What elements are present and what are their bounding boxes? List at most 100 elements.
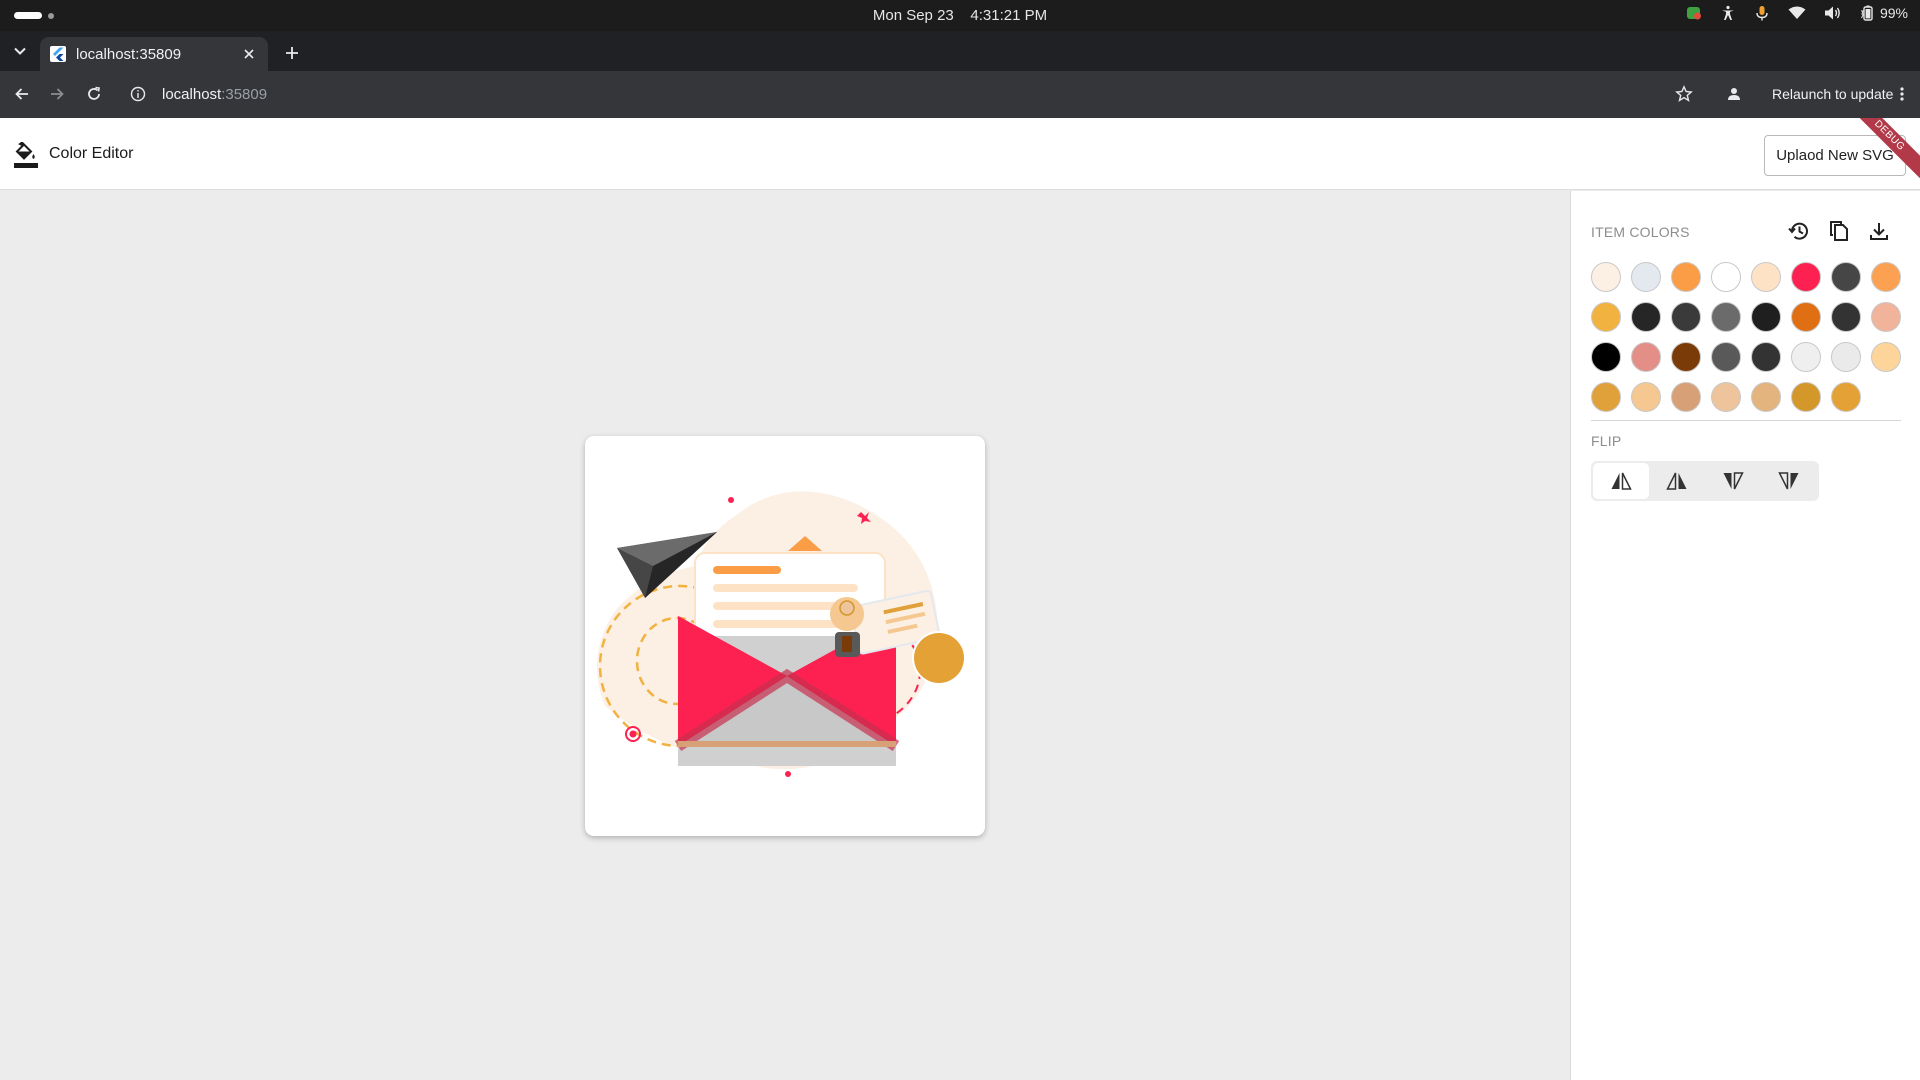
back-button[interactable]	[10, 82, 34, 106]
color-swatch[interactable]	[1591, 342, 1621, 372]
color-swatch[interactable]	[1711, 382, 1741, 412]
color-swatch[interactable]	[1631, 342, 1661, 372]
color-swatch[interactable]	[1711, 342, 1741, 372]
paint-bucket-icon	[14, 142, 38, 168]
battery-status[interactable]: 99%	[1860, 5, 1908, 21]
history-icon	[1788, 222, 1808, 240]
color-swatch[interactable]	[1751, 302, 1781, 332]
flip-vertical-button[interactable]	[1705, 463, 1761, 499]
security-shield-icon[interactable]	[1686, 5, 1702, 21]
svg-preview-card[interactable]	[585, 436, 985, 836]
arrow-left-icon	[15, 88, 28, 100]
wifi-icon[interactable]	[1788, 6, 1806, 20]
copy-svg-button[interactable]	[1827, 219, 1851, 243]
color-swatch[interactable]	[1711, 262, 1741, 292]
flip-both-icon	[1778, 472, 1799, 490]
color-swatch[interactable]	[1671, 382, 1701, 412]
flip-none-button[interactable]	[1593, 463, 1649, 499]
battery-percent: 99%	[1879, 5, 1908, 21]
color-swatch[interactable]	[1711, 302, 1741, 332]
color-swatch[interactable]	[1631, 382, 1661, 412]
flip-horizontal-button[interactable]	[1649, 463, 1705, 499]
section-divider	[1591, 420, 1901, 421]
url-port: :35809	[221, 85, 268, 103]
clock: Mon Sep 23 4:31:21 PM	[0, 7, 1920, 24]
app-title: Color Editor	[49, 145, 134, 162]
download-svg-button[interactable]	[1867, 219, 1891, 243]
color-swatch[interactable]	[1671, 342, 1701, 372]
color-swatch[interactable]	[1751, 342, 1781, 372]
browser-tab-active[interactable]: localhost:35809	[40, 37, 268, 71]
battery-icon	[1860, 5, 1873, 21]
color-swatch[interactable]	[1791, 342, 1821, 372]
color-swatch[interactable]	[1671, 262, 1701, 292]
color-swatch[interactable]	[1831, 382, 1861, 412]
color-swatch[interactable]	[1751, 382, 1781, 412]
workspace-active-pill	[14, 12, 42, 19]
color-swatch[interactable]	[1591, 302, 1621, 332]
address-bar[interactable]: localhost:35809	[120, 76, 1680, 112]
clock-date[interactable]: Mon Sep 23	[873, 7, 954, 24]
more-vertical-icon	[1900, 87, 1905, 101]
color-swatch[interactable]	[1831, 342, 1861, 372]
url-host: localhost	[162, 85, 222, 103]
activities-indicator[interactable]	[14, 12, 54, 19]
item-colors-heading: ITEM COLORS	[1591, 224, 1690, 240]
browser-tab-strip: localhost:35809	[0, 31, 1920, 71]
plus-icon	[286, 47, 298, 59]
site-info-icon[interactable]	[128, 84, 148, 104]
volume-icon[interactable]	[1824, 5, 1842, 21]
color-swatch-grid	[1591, 262, 1901, 412]
flip-heading: FLIP	[1591, 433, 1622, 449]
color-swatch[interactable]	[1751, 262, 1781, 292]
flutter-favicon-icon	[50, 46, 66, 62]
color-swatch[interactable]	[1631, 302, 1661, 332]
color-swatch[interactable]	[1791, 262, 1821, 292]
mail-illustration[interactable]	[585, 436, 985, 836]
debug-banner-container: DEBUG	[1860, 118, 1920, 178]
profile-button[interactable]	[1723, 83, 1745, 105]
color-swatch[interactable]	[1831, 302, 1861, 332]
color-swatch[interactable]	[1871, 342, 1901, 372]
tab-search-button[interactable]	[8, 39, 32, 63]
system-tray[interactable]: 99%	[1686, 5, 1908, 21]
app-header: Color Editor Uplaod New SVG	[0, 118, 1920, 190]
color-panel: ITEM COLORS FLIP	[1570, 191, 1920, 1080]
canvas-area	[0, 191, 1570, 1080]
relaunch-to-update-button[interactable]: Relaunch to update	[1758, 78, 1913, 110]
person-icon	[1728, 88, 1740, 100]
browser-toolbar: localhost:35809 Relaunch to update	[0, 71, 1920, 118]
color-swatch[interactable]	[1871, 262, 1901, 292]
color-swatch[interactable]	[1791, 382, 1821, 412]
forward-button[interactable]	[45, 82, 69, 106]
color-swatch[interactable]	[1831, 262, 1861, 292]
color-swatch[interactable]	[1871, 302, 1901, 332]
download-icon	[1870, 223, 1888, 240]
flip-vertical-icon	[1723, 472, 1744, 490]
close-icon	[244, 49, 254, 59]
arrow-right-icon	[51, 88, 64, 100]
flip-horizontal-icon	[1611, 472, 1632, 490]
star-icon	[1675, 85, 1693, 102]
reset-history-button[interactable]	[1787, 219, 1811, 243]
color-swatch[interactable]	[1671, 302, 1701, 332]
flip-toggle-group	[1591, 461, 1819, 501]
color-swatch[interactable]	[1591, 382, 1621, 412]
tab-title: localhost:35809	[76, 45, 182, 63]
flip-horizontal-mirrored-icon	[1666, 472, 1687, 490]
bookmark-button[interactable]	[1673, 83, 1695, 105]
panel-actions	[1787, 219, 1891, 243]
clock-time[interactable]: 4:31:21 PM	[970, 7, 1047, 24]
accessibility-icon[interactable]	[1720, 5, 1736, 21]
reload-button[interactable]	[82, 82, 106, 106]
color-swatch[interactable]	[1631, 262, 1661, 292]
microphone-icon[interactable]	[1754, 5, 1770, 21]
flip-both-button[interactable]	[1761, 463, 1817, 499]
copy-icon	[1830, 221, 1848, 241]
new-tab-button[interactable]	[280, 41, 304, 65]
tab-close-button[interactable]	[240, 45, 258, 63]
color-swatch[interactable]	[1791, 302, 1821, 332]
workspace-dot	[48, 12, 54, 19]
reload-icon	[88, 86, 100, 100]
color-swatch[interactable]	[1591, 262, 1621, 292]
